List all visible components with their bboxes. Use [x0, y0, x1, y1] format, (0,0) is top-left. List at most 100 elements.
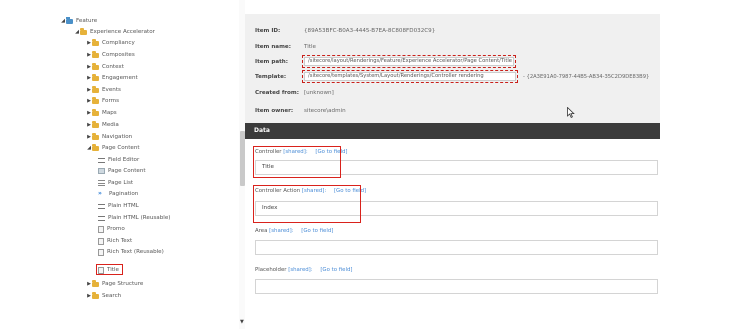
tree-item-label: Context: [102, 64, 124, 70]
item-id-value: {89A53BFC-B0A3-4445-B7EA-8C808FD032C9}: [304, 28, 436, 34]
item-name-label: Item name:: [255, 44, 291, 50]
pagination-icon: »: [98, 190, 102, 197]
tree-item-composites[interactable]: ▶ Composites: [86, 50, 135, 60]
go-to-field-link[interactable]: [Go to field]: [320, 267, 352, 273]
field-meta: [shared]:: [288, 267, 313, 273]
folder-icon: [92, 133, 99, 140]
folder-icon: [92, 51, 99, 58]
item-path-label: Item path:: [255, 59, 288, 65]
tree-item-events[interactable]: ▶ Events: [86, 85, 121, 95]
tree-item-promo[interactable]: Promo: [98, 224, 125, 234]
page-list-icon: [98, 180, 105, 186]
plain-html-icon: [98, 203, 105, 209]
promo-icon: [98, 225, 104, 233]
tree-item-experience-accelerator[interactable]: ◢ Experience Accelerator: [74, 27, 155, 37]
tree-item-label: Media: [102, 122, 119, 128]
tree-item-label: Rich Text (Reusable): [107, 249, 164, 255]
tree-item-pagination[interactable]: » Pagination: [98, 189, 138, 199]
tree-item-page-content-folder[interactable]: ◢ Page Content: [86, 143, 140, 153]
tree-item-label: Navigation: [102, 134, 133, 140]
controller-action-highlight-box: [253, 185, 361, 223]
go-to-field-link[interactable]: [Go to field]: [301, 228, 333, 234]
content-editor: Item ID: {89A53BFC-B0A3-4445-B7EA-8C808F…: [245, 0, 660, 329]
folder-icon: [92, 86, 99, 93]
tree-item-rich-text-reusable[interactable]: Rich Text (Reusable): [98, 247, 164, 257]
tree-item-context[interactable]: ▶ Context: [86, 62, 124, 72]
created-from-value: [unknown]: [304, 90, 334, 96]
tree-item-label: Page Structure: [102, 281, 144, 287]
tree-item-label: Page List: [108, 180, 134, 186]
tree-item-rich-text[interactable]: Rich Text: [98, 236, 132, 246]
folder-icon: [92, 280, 99, 287]
rich-text-icon: [98, 248, 104, 256]
folder-icon: [92, 63, 99, 70]
tree-item-label: Maps: [102, 110, 117, 116]
tree-item-engagement[interactable]: ▶ Engagement: [86, 73, 138, 83]
tree-item-navigation[interactable]: ▶ Navigation: [86, 132, 132, 142]
content-tree: ◢ Feature ◢ Experience Accelerator ▶ Com…: [0, 0, 237, 329]
tree-item-label: Forms: [102, 98, 120, 104]
placeholder-input[interactable]: [255, 279, 658, 294]
tree-item-label: Plain HTML: [108, 203, 139, 209]
tree-item-page-list[interactable]: Page List: [98, 178, 133, 188]
tree-item-page-content[interactable]: Page Content: [98, 166, 146, 176]
scroll-down-arrow-icon[interactable]: ▼: [240, 319, 244, 325]
controller-highlight-box: [253, 146, 341, 178]
tree-item-page-structure[interactable]: ▶ Page Structure: [86, 279, 143, 289]
folder-icon: [92, 97, 99, 104]
template-id-value: - {2A3E91A0-7987-44B5-AB34-35C2D9DE83B9}: [523, 74, 650, 80]
rich-text-icon: [98, 237, 104, 245]
plain-html-icon: [98, 215, 105, 221]
item-id-label: Item ID:: [255, 28, 281, 34]
tree-item-field-editor[interactable]: Field Editor: [98, 155, 139, 165]
folder-icon: [92, 74, 99, 81]
title-highlight-box: [96, 264, 123, 275]
tree-item-label: Experience Accelerator: [90, 29, 155, 35]
tree-item-label: Feature: [76, 18, 98, 24]
item-owner-value: sitecore\admin: [304, 108, 346, 114]
field-editor-icon: [98, 157, 105, 163]
tree-item-label: Field Editor: [108, 157, 140, 163]
tree-item-forms[interactable]: ▶ Forms: [86, 96, 119, 106]
item-owner-label: Item owner:: [255, 108, 294, 114]
tree-item-search[interactable]: ▶ Search: [86, 291, 121, 301]
tree-item-media[interactable]: ▶ Media: [86, 120, 119, 130]
folder-icon: [92, 109, 99, 116]
item-name-value: Title: [304, 44, 316, 50]
feature-folder-icon: [66, 17, 73, 24]
data-section-header[interactable]: Data: [245, 123, 660, 139]
template-label: Template:: [255, 74, 287, 80]
placeholder-field-label: Placeholder [shared]: [Go to field]: [255, 267, 352, 273]
quick-info-panel: Item ID: {89A53BFC-B0A3-4445-B7EA-8C808F…: [245, 14, 660, 124]
area-field-label: Area [shared]: [Go to field]: [255, 228, 333, 234]
tree-item-plain-html[interactable]: Plain HTML: [98, 201, 139, 211]
template-highlight-box: [302, 70, 518, 83]
tree-item-label: Events: [102, 87, 121, 93]
page-content-icon: [98, 168, 105, 174]
field-meta: [shared]:: [269, 228, 294, 234]
folder-icon: [92, 39, 99, 46]
tree-item-label: Search: [102, 293, 122, 299]
tree-item-label: Pagination: [109, 191, 139, 197]
tree-item-plain-html-reusable[interactable]: Plain HTML (Reusable): [98, 213, 170, 223]
tree-item-maps[interactable]: ▶ Maps: [86, 108, 117, 118]
tree-item-label: Plain HTML (Reusable): [108, 215, 171, 221]
tree-item-label: Page Content: [102, 145, 140, 151]
area-input[interactable]: [255, 240, 658, 255]
tree-item-label: Page Content: [108, 168, 146, 174]
tree-item-label: Promo: [107, 226, 125, 232]
created-from-label: Created from:: [255, 90, 299, 96]
folder-icon: [92, 292, 99, 299]
folder-icon: [92, 144, 99, 151]
item-path-highlight-box: [302, 55, 516, 68]
tree-item-compliancy[interactable]: ▶ Compliancy: [86, 38, 135, 48]
folder-icon: [80, 28, 87, 35]
tree-item-label: Rich Text: [107, 238, 133, 244]
folder-icon: [92, 121, 99, 128]
tree-item-label: Compliancy: [102, 40, 135, 46]
field-name: Area: [255, 228, 268, 234]
tree-item-feature[interactable]: ◢ Feature: [60, 16, 97, 26]
tree-item-label: Composites: [102, 52, 135, 58]
field-name: Placeholder: [255, 267, 287, 273]
tree-item-label: Engagement: [102, 75, 138, 81]
